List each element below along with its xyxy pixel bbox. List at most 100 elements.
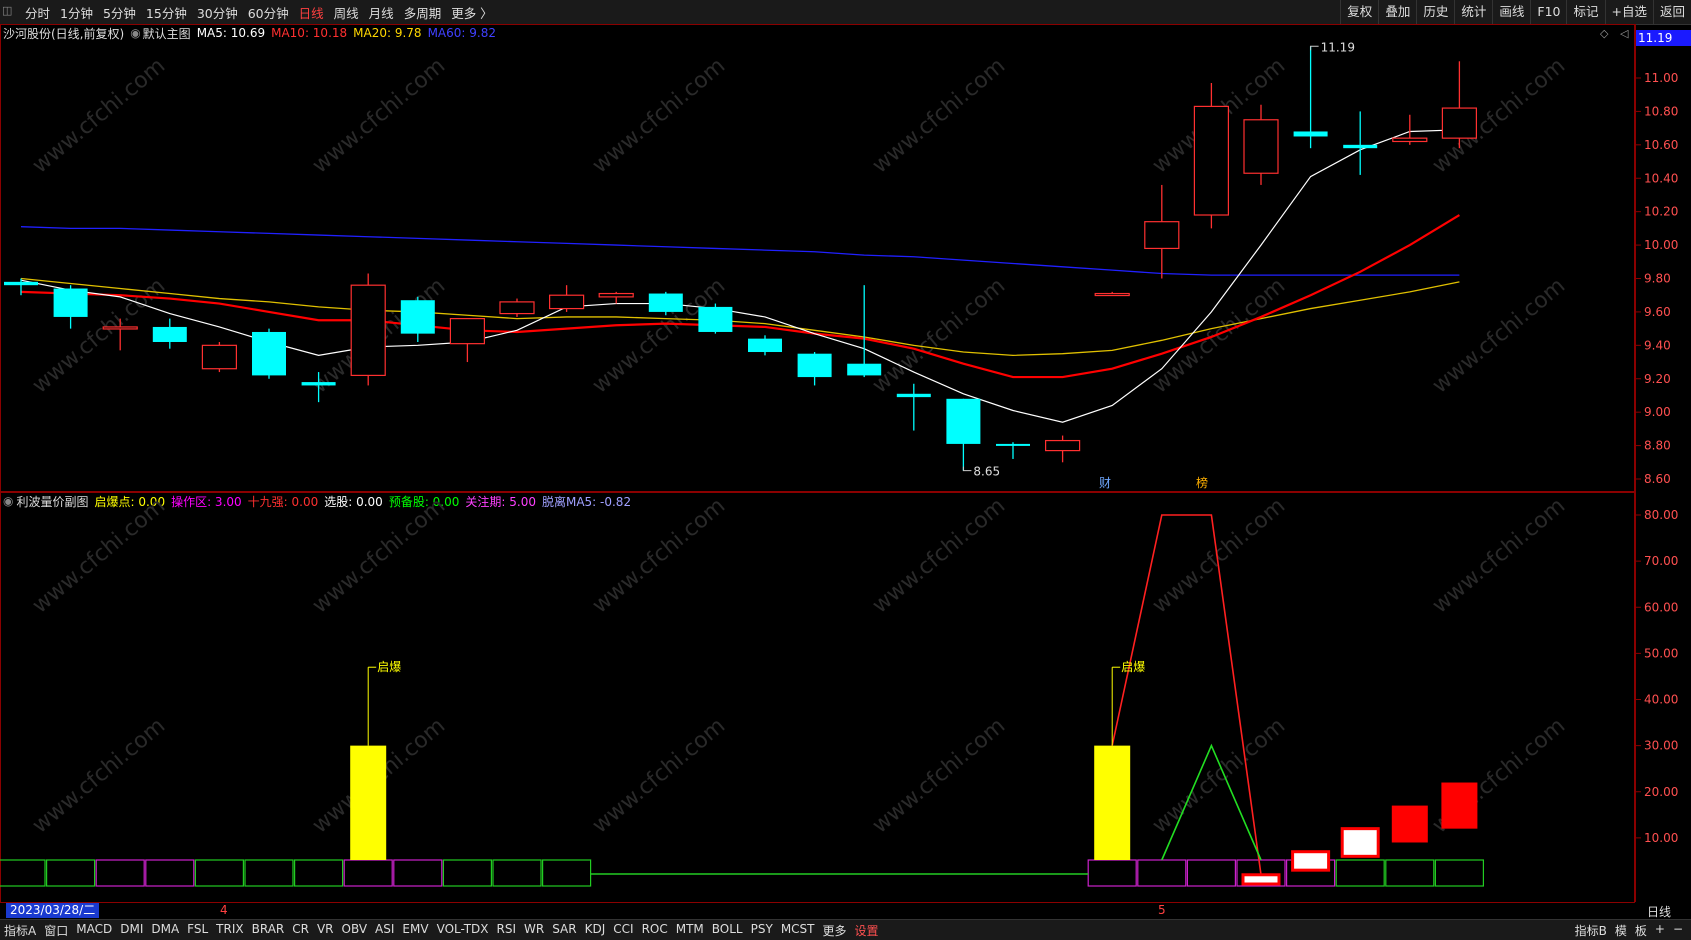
period-tab[interactable]: 5分钟 xyxy=(98,3,141,22)
candle xyxy=(152,318,187,349)
indicator-tab[interactable]: 设置 xyxy=(851,922,883,939)
sub-tick-label: 40.00 xyxy=(1644,693,1678,707)
candle-body xyxy=(1193,105,1230,216)
baseline-box xyxy=(1087,859,1137,887)
toolbar-button[interactable]: 标记 xyxy=(1566,0,1604,24)
indicator-tab[interactable]: CR xyxy=(288,922,313,939)
baseline-box xyxy=(244,859,294,887)
toolbar-button[interactable]: 返回 xyxy=(1652,0,1691,24)
indicator-tab[interactable]: OBV xyxy=(338,922,372,939)
indicator-bar-button[interactable]: 板 xyxy=(1631,922,1651,939)
candle-body xyxy=(797,353,832,378)
indicator-tab[interactable]: EMV xyxy=(398,922,432,939)
back-icon[interactable]: ◫ xyxy=(2,4,16,20)
period-tab[interactable]: 分时 xyxy=(20,3,55,22)
sub-tick-label: 70.00 xyxy=(1644,554,1678,568)
candle-body xyxy=(598,292,634,298)
sub-panel-frame xyxy=(0,492,1635,903)
indicator-tab[interactable]: VR xyxy=(313,922,338,939)
signal-box xyxy=(1340,827,1380,858)
indicator-tab[interactable]: SAR xyxy=(548,922,580,939)
candle xyxy=(1441,61,1478,149)
period-tab[interactable]: 多周期 xyxy=(399,3,447,22)
price-tick-label: 9.80 xyxy=(1644,272,1671,286)
period-tab[interactable]: 15分钟 xyxy=(141,3,192,22)
indicator-tab[interactable]: KDJ xyxy=(581,922,610,939)
indicator-tab[interactable]: 指标A xyxy=(0,922,40,939)
candle xyxy=(548,285,585,312)
indicator-bar-button[interactable]: 指标B xyxy=(1571,922,1611,939)
candle xyxy=(1243,104,1279,185)
signal-bar xyxy=(1094,745,1131,860)
high-marker-arrow xyxy=(1310,45,1319,51)
toolbar-button[interactable]: +自选 xyxy=(1604,0,1653,24)
baseline-box xyxy=(393,859,443,887)
indicator-tab[interactable]: CCI xyxy=(609,922,637,939)
indicator-bar-button[interactable]: + xyxy=(1651,922,1669,939)
indicator-tab[interactable]: MCST xyxy=(777,922,819,939)
candle-body xyxy=(548,294,585,310)
price-tick-label: 10.20 xyxy=(1644,205,1678,219)
indicator-tab[interactable]: WR xyxy=(520,922,548,939)
annotation-label: 启爆 xyxy=(377,660,401,674)
toolbar-button[interactable]: 画线 xyxy=(1492,0,1530,24)
indicator-tab[interactable]: RSI xyxy=(493,922,521,939)
toolbar-button[interactable]: 叠加 xyxy=(1378,0,1416,24)
price-tick-label: 10.60 xyxy=(1644,138,1678,152)
indicator-tab[interactable]: VOL-TDX xyxy=(433,922,493,939)
indicator-bar-button[interactable]: − xyxy=(1669,922,1687,939)
watermark-text: www.cfchi.com xyxy=(1428,273,1570,398)
candle xyxy=(499,298,535,317)
candle xyxy=(996,442,1030,459)
toolbar-button[interactable]: 复权 xyxy=(1340,0,1378,24)
candle xyxy=(1094,291,1130,297)
period-tab[interactable]: 周线 xyxy=(329,3,364,22)
indicator-tab[interactable]: MTM xyxy=(672,922,708,939)
period-tab[interactable]: 30分钟 xyxy=(192,3,243,22)
indicator-tab[interactable]: 窗口 xyxy=(40,922,72,939)
price-tick-label: 8.60 xyxy=(1644,472,1671,486)
toolbar-button[interactable]: 历史 xyxy=(1416,0,1454,24)
baseline-box xyxy=(492,859,542,887)
sub-tick-label: 80.00 xyxy=(1644,508,1678,522)
indicator-bar-button[interactable]: 模 xyxy=(1611,922,1631,939)
candle xyxy=(53,285,88,329)
indicator-tab[interactable]: DMI xyxy=(116,922,147,939)
indicator-tab[interactable]: 更多 xyxy=(819,922,851,939)
candle-body xyxy=(748,338,782,353)
period-tab[interactable]: 1分钟 xyxy=(55,3,98,22)
candle-body xyxy=(1144,221,1180,250)
period-toolbar: ◫ 分时 1分钟 5分钟 15分钟 30分钟 60分钟 日线 周线 月线 多周期 更多 〉 复权 叠加… xyxy=(0,0,1691,25)
sub-tick-label: 30.00 xyxy=(1644,739,1678,753)
period-tab[interactable]: 月线 xyxy=(364,3,399,22)
stock-chart[interactable]: 11.00 10.80 10.60 10.40 10.20 10.00 9.80 9.60 9.… xyxy=(0,24,1691,919)
baseline-box xyxy=(45,859,96,887)
toolbar-button[interactable]: F10 xyxy=(1530,0,1566,24)
x-axis-date: 2023/03/28/二 xyxy=(6,903,100,918)
candle xyxy=(598,291,634,304)
watermark-text: www.cfchi.com xyxy=(308,53,450,178)
low-marker-arrow xyxy=(962,466,972,472)
indicator-tab[interactable]: ASI xyxy=(371,922,398,939)
period-tab[interactable]: 日线 xyxy=(294,3,329,22)
toolbar-button[interactable]: 统计 xyxy=(1454,0,1492,24)
period-tab[interactable]: 更多 〉 xyxy=(446,3,497,22)
candle-body xyxy=(1392,137,1428,143)
indicator-tab[interactable]: BRAR xyxy=(248,922,289,939)
period-tab[interactable]: 60分钟 xyxy=(243,3,294,22)
indicator-tab[interactable]: BOLL xyxy=(708,922,747,939)
price-tag-diamond-icon: ◇ xyxy=(1600,27,1609,40)
indicator-tab[interactable]: TRIX xyxy=(212,922,247,939)
candle xyxy=(400,296,435,342)
indicator-tab[interactable]: FSL xyxy=(183,922,212,939)
x-axis-period-label[interactable]: 日线 xyxy=(1647,903,1671,920)
watermark-text: www.cfchi.com xyxy=(28,713,170,838)
indicator-bar: 指标A 窗口 MACD DMI DMA FSL TRIX BRAR CR VR OBV ASI EMV V… xyxy=(0,919,1691,940)
indicator-tab[interactable]: PSY xyxy=(747,922,777,939)
candle xyxy=(698,303,733,334)
indicator-tab[interactable]: MACD xyxy=(72,922,116,939)
x-axis-date-text: 2023/03/28/二 xyxy=(10,903,96,917)
indicator-tab[interactable]: DMA xyxy=(147,922,183,939)
candle xyxy=(252,328,286,379)
indicator-tab[interactable]: ROC xyxy=(638,922,672,939)
